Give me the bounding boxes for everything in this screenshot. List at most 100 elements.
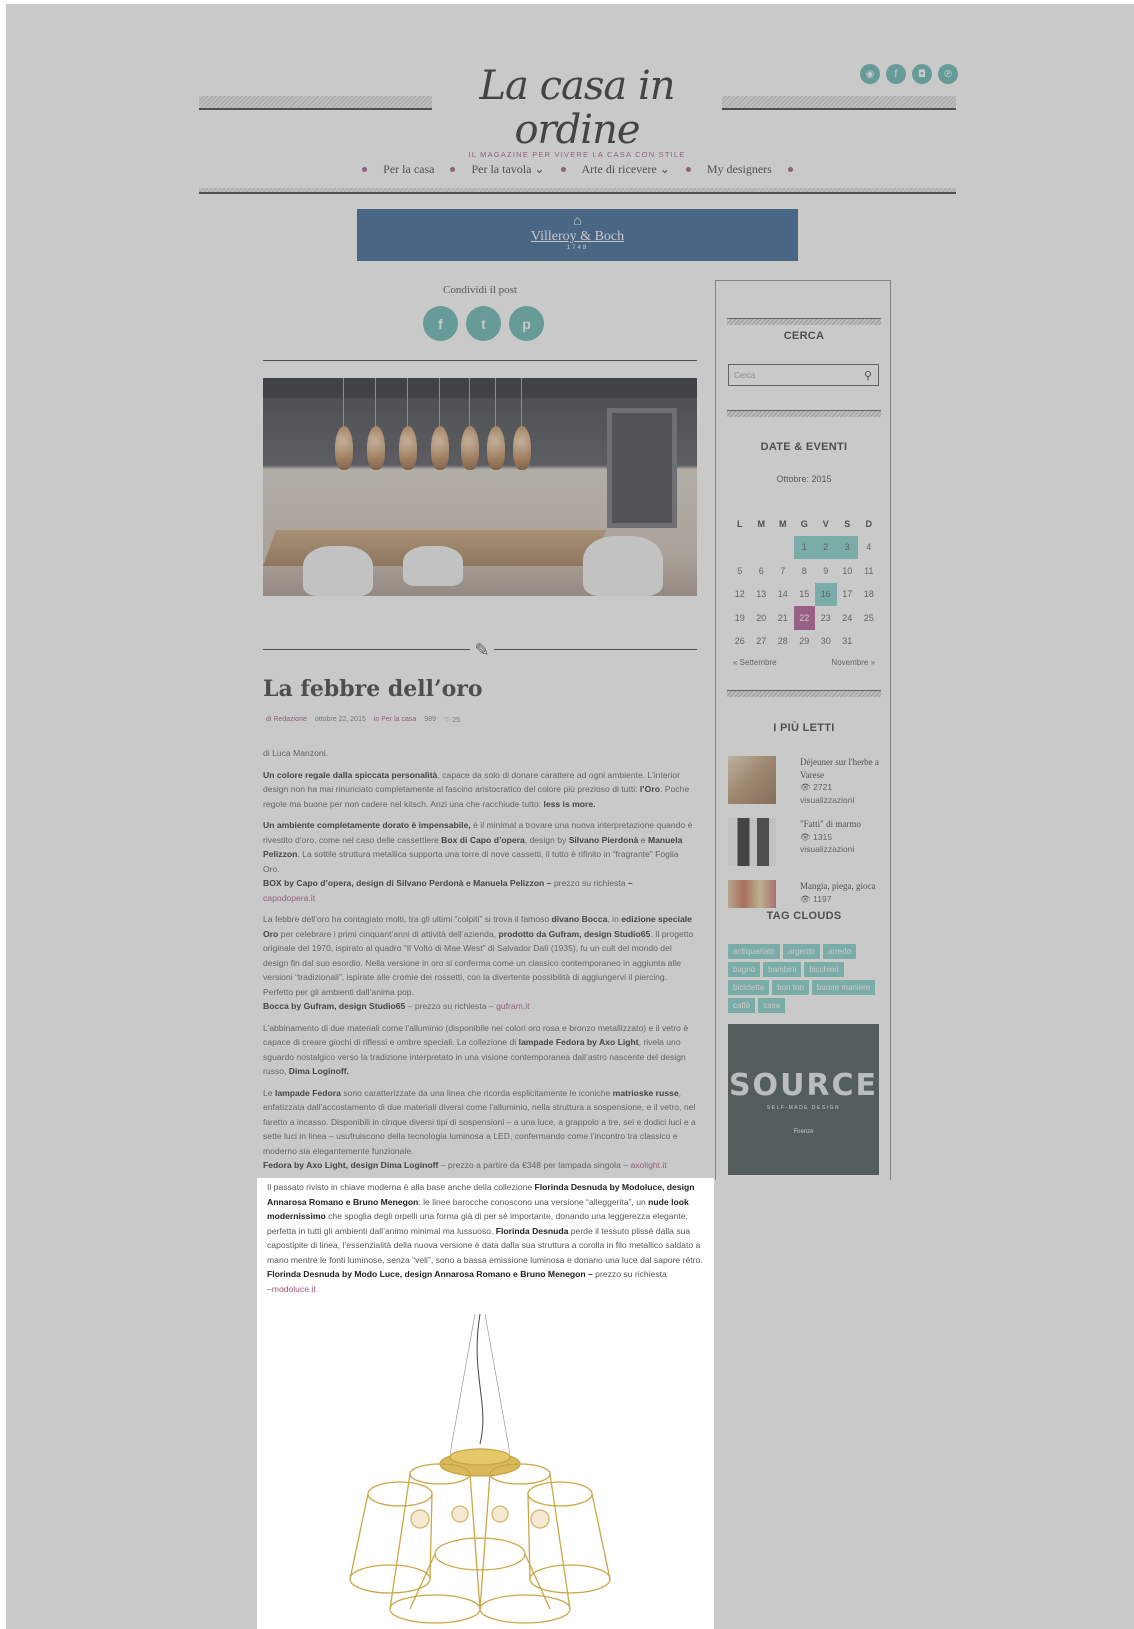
advertising-banner[interactable]: ⌂ Villeroy & Boch 1748 [357,209,798,261]
nav-dot [685,166,691,172]
nav-item-my-designers[interactable]: My designers [707,162,772,177]
post-author[interactable]: di Redazione [266,716,307,724]
calendar-day[interactable]: 16 [815,582,837,606]
calendar-day: 12 [734,589,745,600]
axolight-link[interactable]: axolight.it [630,1160,666,1170]
byline: di Luca Manzoni. [263,748,328,758]
rss-icon[interactable]: ◉ [860,64,880,84]
tags-title: TAG CLOUDS [766,910,842,922]
ad-city: Firenze [793,1129,814,1135]
tag-item[interactable]: bambini [763,962,802,977]
modoluce-link[interactable]: modoluce.it [272,1284,316,1294]
tag-item[interactable]: bon ton [772,980,809,995]
hero-image [263,378,697,596]
calendar-weekday: D [865,518,873,529]
instagram-icon[interactable]: ◘ [912,64,932,84]
ad-subtitle: SELF-MADE DESIGN [766,1105,841,1111]
calendar-empty [772,536,794,560]
calendar-weekday: S [844,518,851,529]
search-icon[interactable]: ⚲ [864,369,872,382]
social-icons: ◉ f ◘ ℗ [860,64,958,84]
popular-item[interactable]: Mangia, piega, gioca 👁 1197 [728,880,880,908]
tag-item[interactable]: antiquariato [728,944,780,959]
calendar-weekday: M [757,518,766,529]
sidebar-divider [727,410,881,417]
paragraph: La febbre dell’oro ha contagiato molti, … [263,914,694,1011]
tag-item[interactable]: caffè [728,998,756,1013]
calendar-day: 25 [863,612,874,623]
paragraph: L’abbinamento di due materiali come l’al… [263,1022,689,1077]
nav-dot [787,166,793,172]
calendar-prev-link[interactable]: « Settembre [733,658,777,667]
calendar-day[interactable]: 1 [793,535,815,559]
calendar-nav: « Settembre Novembre » [733,658,875,667]
share-twitter-button[interactable]: t [466,306,501,341]
source-ad[interactable]: SOURCE SELF-MADE DESIGN Firenze [728,1024,879,1175]
banner-year: 1748 [566,245,589,251]
gufram-link[interactable]: gufram.it [496,1001,529,1011]
edit-icon: ✎ [470,638,494,662]
calendar-day: 20 [756,612,767,623]
calendar-day[interactable]: 2 [815,535,837,559]
calendar-day: 31 [842,636,853,647]
villeroy-logo-icon: ⌂ [573,212,582,228]
tag-item[interactable]: casa [758,998,786,1013]
tag-item[interactable]: arredo [822,944,857,959]
nav-dot [450,166,456,172]
nav-item-per-la-tavola[interactable]: Per la tavola ⌄ [471,162,544,177]
calendar-day[interactable]: 3 [836,535,858,559]
calendar-grid: L M M G V S D 1 2 3 4 5 6 7 8 9 10 11 12 13 14 15 16 17 18 19 20 21… [729,512,881,653]
main-nav: Per la casa Per la tavola ⌄ Arte di rice… [199,158,956,180]
calendar-weekday: L [737,518,743,529]
highlighted-paragraph: Il passato rivisto in chiave moderna è a… [267,1182,703,1294]
calendar-next-link[interactable]: Novembre » [831,658,875,667]
divider [263,360,697,361]
post-likes[interactable]: ♡ 25 [444,716,460,724]
share-pinterest-button[interactable]: p [509,306,544,341]
calendar-day: 6 [758,565,764,576]
calendar-day: 23 [820,612,831,623]
post-title: La febbre dell’oro [263,676,483,702]
nav-dot [362,166,368,172]
share-facebook-button[interactable]: f [423,306,458,341]
post-category[interactable]: in Per la casa [374,716,416,724]
facebook-icon[interactable]: f [886,64,906,84]
popular-thumb [728,756,776,804]
calendar-day: 14 [777,589,788,600]
tag-item[interactable]: argento [782,944,820,959]
nav-item-arte-di-ricevere[interactable]: Arte di ricevere ⌄ [582,162,670,177]
tag-item[interactable]: bicicletta [728,980,770,995]
nav-item-per-la-casa[interactable]: Per la casa [383,162,434,177]
search-title: CERCA [783,330,825,342]
calendar-day: 19 [734,612,745,623]
calendar-day: 24 [842,612,853,623]
share-label: Condividi il post [443,284,517,296]
calendar-weekday: G [800,518,808,529]
calendar-month: Ottobre: 2015 [776,474,832,484]
banner-brand: Villeroy & Boch [530,229,625,244]
tag-item[interactable]: bagno [728,962,761,977]
site-logo[interactable]: La casa in ordine IL MAGAZINE PER VIVERE… [432,64,722,159]
calendar-day[interactable]: 22 [793,606,815,630]
calendar-day: 30 [820,636,831,647]
calendar-empty [729,536,751,560]
sidebar-divider [727,690,881,697]
calendar-day: 27 [756,636,767,647]
tag-item[interactable]: bicchieri [804,962,844,977]
article-body: di Luca Manzoni. Un colore regale dalla … [263,746,697,1180]
pinterest-icon[interactable]: ℗ [938,64,958,84]
popular-title: I PIÙ LETTI [773,722,835,734]
sidebar-divider [727,318,881,325]
logo-title: La casa in ordine [479,63,675,153]
post-meta: di Redazione ottobre 22, 2015 in Per la … [266,716,460,724]
search-input[interactable]: Cerca ⚲ [728,364,879,386]
tag-item[interactable]: buone maniere [811,980,876,995]
calendar-weekday: V [822,518,829,529]
paragraph: Un colore regale dalla spiccata personal… [263,769,690,809]
popular-thumb [728,818,776,866]
nav-dot [560,166,566,172]
calendar-day: 26 [734,636,745,647]
calendar-day: 15 [799,589,810,600]
chandelier-image [349,1314,611,1624]
capodopera-link[interactable]: capodopera.it [263,893,315,903]
